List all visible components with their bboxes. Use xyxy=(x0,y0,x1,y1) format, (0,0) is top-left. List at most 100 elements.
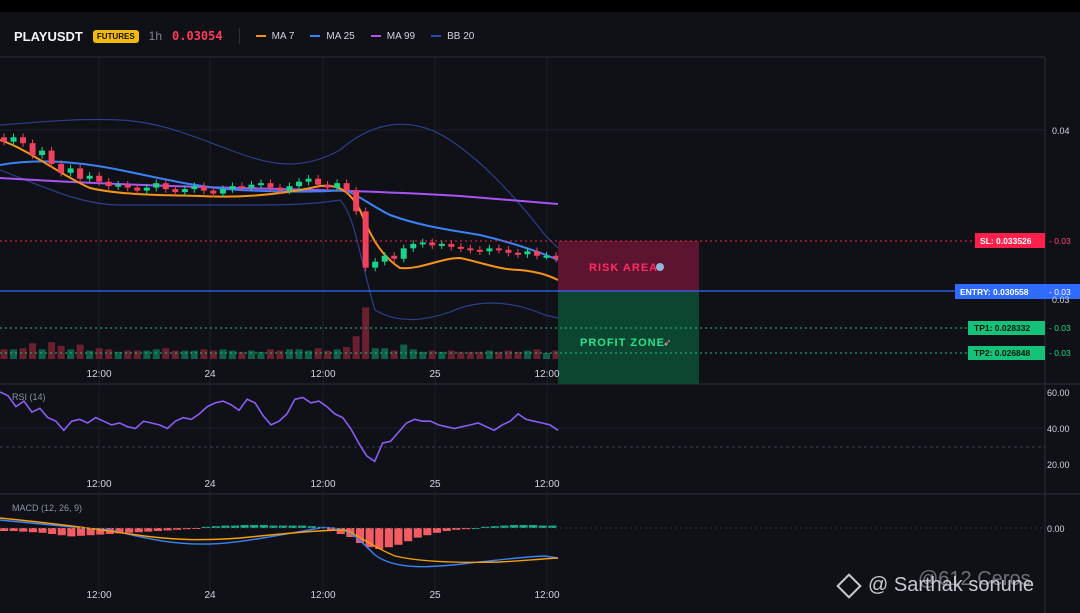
candle-body xyxy=(181,189,188,193)
candle-body xyxy=(286,186,293,191)
time-axis-label: 12:00 xyxy=(310,590,335,601)
tp2-tag-label: TP2: 0.026848 xyxy=(974,348,1031,358)
volume-bar xyxy=(447,350,455,359)
candle-body xyxy=(277,187,283,191)
tp2-tag-suffix: - 0.03 xyxy=(1049,348,1071,358)
candle-body xyxy=(543,255,550,258)
time-axis-label: 12:00 xyxy=(86,590,111,601)
volume-bar xyxy=(247,350,255,359)
volume-bar xyxy=(219,349,227,359)
candle-body xyxy=(219,189,226,194)
candle-body xyxy=(324,184,331,188)
volume-bar xyxy=(286,349,294,359)
volume-bar xyxy=(19,348,27,359)
candle-body xyxy=(257,183,264,186)
candle-body xyxy=(96,175,103,182)
macd-histogram-bar xyxy=(19,528,28,532)
profit-zone-label: PROFIT ZONE xyxy=(580,337,665,349)
candle-body xyxy=(134,187,141,191)
macd-histogram-bar xyxy=(423,528,432,536)
candle-body xyxy=(429,242,436,246)
candle-body xyxy=(448,243,455,247)
volume-bar xyxy=(476,351,484,359)
volume-bar xyxy=(324,350,332,359)
macd-axis-label: 0.00 xyxy=(1047,524,1065,534)
candle-body xyxy=(77,168,84,179)
macd-histogram-bar xyxy=(375,528,384,549)
candle-body xyxy=(20,137,27,144)
candle-body xyxy=(296,181,303,187)
grid-lines xyxy=(0,58,1045,600)
candle-body xyxy=(238,186,245,189)
candle-body xyxy=(353,190,360,212)
ma25-line xyxy=(0,160,559,261)
macd-histogram-bar xyxy=(28,528,37,533)
candle-body xyxy=(372,261,379,268)
volume-bar xyxy=(314,348,322,359)
price-axis-label: 0.03 xyxy=(1052,295,1070,305)
time-axis-label: 24 xyxy=(204,369,216,380)
entry-tag-label: ENTRY: 0.030558 xyxy=(960,287,1029,297)
volume-bar xyxy=(29,343,37,359)
macd-histogram-bar xyxy=(394,528,403,545)
chart-canvas[interactable]: RISK AREA PROFIT ZONE ➶ SL: 0.033526 - 0… xyxy=(0,0,1080,613)
volume-bar xyxy=(362,307,370,359)
volume-bar xyxy=(171,350,179,359)
volume-bar xyxy=(485,350,493,359)
candle-body xyxy=(505,249,512,253)
macd-histogram-bar xyxy=(134,528,143,533)
macd-label: MACD (12, 26, 9) xyxy=(12,503,82,513)
macd-histogram-bar xyxy=(125,528,134,533)
trading-app: PLAYUSDT FUTURES 1h 0.03054 MA 7 MA 25 M… xyxy=(0,0,1080,613)
candle-body xyxy=(143,187,150,191)
candle-body xyxy=(1,137,7,142)
volume-bar xyxy=(38,349,46,359)
candle-body xyxy=(457,246,464,249)
candle-body xyxy=(48,150,55,164)
candle-body xyxy=(334,183,341,188)
macd-histogram-bar xyxy=(144,528,153,532)
volume-bar xyxy=(523,350,531,359)
volume-bar xyxy=(371,348,379,359)
candle-body xyxy=(210,190,217,194)
volume-bar xyxy=(67,349,75,359)
tp1-tag-suffix: - 0.03 xyxy=(1049,323,1071,333)
candle-body xyxy=(67,168,74,173)
time-axis-label: 12:00 xyxy=(534,369,559,380)
volume-bar xyxy=(0,349,8,359)
rocket-icon: ➶ xyxy=(663,338,671,349)
candle-body xyxy=(400,248,407,259)
macd-histogram-bar xyxy=(57,528,66,536)
candle-body xyxy=(105,181,112,187)
candle-body xyxy=(438,243,445,246)
volume-bar xyxy=(228,350,236,359)
candle-body xyxy=(305,178,312,182)
price-axis-label: 0.04 xyxy=(1052,126,1070,136)
candle-body xyxy=(248,184,255,188)
time-axis-label: 12:00 xyxy=(534,479,559,490)
macd-signal-line xyxy=(0,517,559,564)
volume-bars xyxy=(0,307,560,359)
candle-body xyxy=(476,249,483,252)
volume-bar xyxy=(152,349,160,359)
candle-body xyxy=(162,183,169,190)
candle-body xyxy=(410,243,417,249)
macd-histogram-bar xyxy=(384,528,393,548)
candle-body xyxy=(381,255,388,262)
candle-body xyxy=(39,150,46,156)
candle-body xyxy=(514,252,521,255)
macd-histogram-bar xyxy=(230,525,239,528)
macd-histogram-bar xyxy=(67,528,76,537)
time-axis-label: 12:00 xyxy=(86,479,111,490)
rsi-axis-label: 40.00 xyxy=(1047,424,1070,434)
bb-upper-band xyxy=(0,118,559,249)
shield-icon xyxy=(656,263,664,271)
volume-bar xyxy=(504,350,512,359)
candle-body xyxy=(172,189,179,193)
volume-bar xyxy=(57,345,65,359)
candle-body xyxy=(267,183,274,188)
volume-bar xyxy=(143,350,151,359)
volume-bar xyxy=(390,350,398,359)
volume-bar xyxy=(409,349,417,359)
volume-bar xyxy=(181,350,189,359)
